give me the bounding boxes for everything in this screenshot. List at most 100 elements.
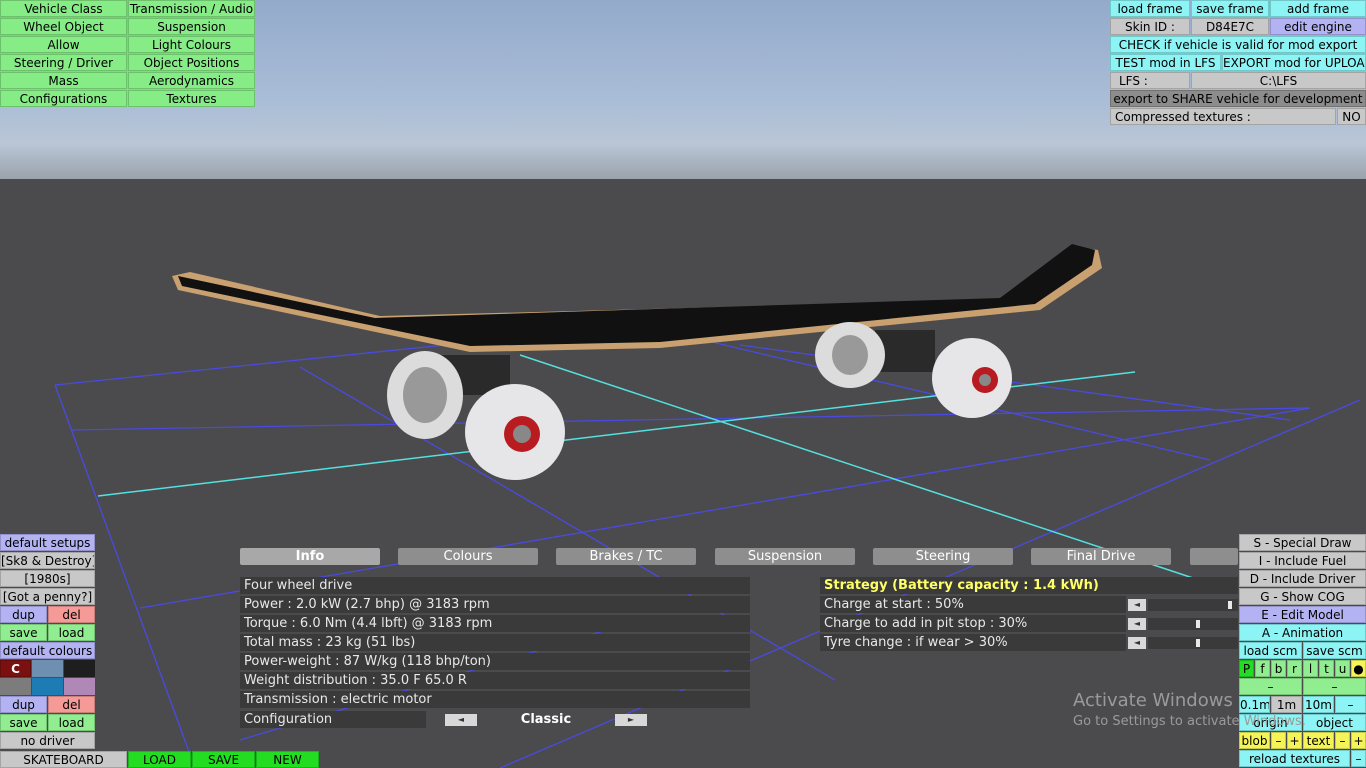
new-vehicle-button[interactable]: NEW [256, 751, 319, 768]
toggle-t[interactable]: t [1319, 660, 1334, 677]
no-driver-button[interactable]: no driver [0, 732, 95, 749]
menu-wheel-object[interactable]: Wheel Object [0, 18, 127, 35]
load-setup-button[interactable]: load [48, 624, 95, 641]
reload-textures-button[interactable]: reload textures [1239, 750, 1350, 767]
minus-button[interactable]: – [1335, 696, 1366, 713]
menu-allow[interactable]: Allow [0, 36, 127, 53]
del-setup-button[interactable]: del [48, 606, 95, 623]
save-vehicle-button[interactable]: SAVE [192, 751, 255, 768]
colour-swatch[interactable] [64, 660, 95, 677]
configuration-label: Configuration [240, 711, 426, 728]
check-mod-button[interactable]: CHECK if vehicle is valid for mod export [1110, 36, 1366, 53]
step-10m-button[interactable]: 10m [1303, 696, 1334, 713]
tab-more[interactable] [1190, 548, 1238, 565]
step-1m-button[interactable]: 1m [1271, 696, 1302, 713]
colour-swatch[interactable] [0, 678, 31, 695]
toggle-f[interactable]: f [1255, 660, 1270, 677]
config-prev-arrow-icon[interactable]: ◄ [445, 714, 477, 726]
slider-knob[interactable] [1228, 601, 1232, 609]
save-colours-button[interactable]: save [0, 714, 47, 731]
colour-swatch[interactable] [64, 678, 95, 695]
info-weight-distribution: Weight distribution : 35.0 F 65.0 R [240, 672, 750, 689]
colour-swatch[interactable] [32, 660, 63, 677]
blob-button[interactable]: blob [1239, 732, 1270, 749]
menu-vehicle-class[interactable]: Vehicle Class [0, 0, 127, 17]
menu-aerodynamics[interactable]: Aerodynamics [128, 72, 255, 89]
object-button[interactable]: object [1303, 714, 1366, 731]
dup-colours-button[interactable]: dup [0, 696, 47, 713]
text-minus-button[interactable]: – [1335, 732, 1350, 749]
step-0-1m-button[interactable]: 0.1m [1239, 696, 1270, 713]
load-frame-button[interactable]: load frame [1110, 0, 1190, 17]
decrease-arrow-icon[interactable]: ◄ [1128, 599, 1146, 611]
menu-suspension[interactable]: Suspension [128, 18, 255, 35]
setup-item[interactable]: [1980s] [0, 570, 95, 587]
slider-knob[interactable] [1196, 620, 1200, 628]
tab-suspension[interactable]: Suspension [715, 548, 855, 565]
dup-setup-button[interactable]: dup [0, 606, 47, 623]
edit-model-button[interactable]: E - Edit Model [1239, 606, 1366, 623]
export-mod-button[interactable]: EXPORT mod for UPLOAD [1222, 54, 1366, 71]
compressed-textures-toggle[interactable]: NO [1337, 108, 1366, 125]
save-scm-button[interactable]: save scm [1303, 642, 1366, 659]
test-mod-button[interactable]: TEST mod in LFS [1110, 54, 1221, 71]
slider-track[interactable] [1148, 599, 1238, 611]
lfs-path[interactable]: C:\LFS [1191, 72, 1366, 89]
load-vehicle-button[interactable]: LOAD [128, 751, 191, 768]
load-colours-button[interactable]: load [48, 714, 95, 731]
strategy-tyre-change: Tyre change : if wear > 30% [820, 634, 1126, 651]
config-next-arrow-icon[interactable]: ► [615, 714, 647, 726]
menu-configurations[interactable]: Configurations [0, 90, 127, 107]
toggle-b[interactable]: b [1271, 660, 1286, 677]
strategy-charge-pit: Charge to add in pit stop : 30% [820, 615, 1126, 632]
toggle-u[interactable]: u [1335, 660, 1350, 677]
minus-button[interactable]: – [1351, 750, 1366, 767]
skin-id-value[interactable]: D84E7C [1191, 18, 1269, 35]
colour-c-swatch[interactable]: C [0, 660, 31, 677]
edit-engine-button[interactable]: edit engine [1270, 18, 1366, 35]
export-share-button[interactable]: export to SHARE vehicle for development [1110, 90, 1366, 107]
menu-mass[interactable]: Mass [0, 72, 127, 89]
menu-steering-driver[interactable]: Steering / Driver [0, 54, 127, 71]
animation-button[interactable]: A - Animation [1239, 624, 1366, 641]
blob-plus-button[interactable]: + [1287, 732, 1302, 749]
menu-textures[interactable]: Textures [128, 90, 255, 107]
tab-info[interactable]: Info [240, 548, 380, 565]
minus-button[interactable]: – [1239, 678, 1302, 695]
dot-toggle-icon[interactable]: ● [1351, 660, 1366, 677]
setup-item[interactable]: [Got a penny?] [0, 588, 95, 605]
toggle-p[interactable]: P [1239, 660, 1254, 677]
decrease-arrow-icon[interactable]: ◄ [1128, 637, 1146, 649]
colour-swatch[interactable] [32, 678, 63, 695]
show-cog-button[interactable]: G - Show COG [1239, 588, 1366, 605]
text-plus-button[interactable]: + [1351, 732, 1366, 749]
slider-track[interactable] [1148, 637, 1238, 649]
tab-steering[interactable]: Steering [873, 548, 1013, 565]
text-button[interactable]: text [1303, 732, 1334, 749]
toggle-r[interactable]: r [1287, 660, 1302, 677]
menu-light-colours[interactable]: Light Colours [128, 36, 255, 53]
decrease-arrow-icon[interactable]: ◄ [1128, 618, 1146, 630]
add-frame-button[interactable]: add frame [1270, 0, 1366, 17]
save-frame-button[interactable]: save frame [1191, 0, 1269, 17]
blob-minus-button[interactable]: – [1271, 732, 1286, 749]
tab-final-drive[interactable]: Final Drive [1031, 548, 1171, 565]
default-setups-button[interactable]: default setups [0, 534, 95, 551]
include-fuel-button[interactable]: I - Include Fuel [1239, 552, 1366, 569]
slider-track[interactable] [1148, 618, 1238, 630]
del-colours-button[interactable]: del [48, 696, 95, 713]
tab-brakes-tc[interactable]: Brakes / TC [556, 548, 696, 565]
special-draw-button[interactable]: S - Special Draw [1239, 534, 1366, 551]
default-colours-button[interactable]: default colours [0, 642, 95, 659]
minus-button[interactable]: – [1303, 678, 1366, 695]
include-driver-button[interactable]: D - Include Driver [1239, 570, 1366, 587]
lfs-label: LFS : [1110, 72, 1190, 89]
tab-colours[interactable]: Colours [398, 548, 538, 565]
save-setup-button[interactable]: save [0, 624, 47, 641]
toggle-l[interactable]: l [1303, 660, 1318, 677]
menu-transmission-audio[interactable]: Transmission / Audio [128, 0, 255, 17]
load-scm-button[interactable]: load scm [1239, 642, 1302, 659]
slider-knob[interactable] [1196, 639, 1200, 647]
menu-object-positions[interactable]: Object Positions [128, 54, 255, 71]
setup-item[interactable]: [Sk8 & Destroy] [0, 552, 95, 569]
